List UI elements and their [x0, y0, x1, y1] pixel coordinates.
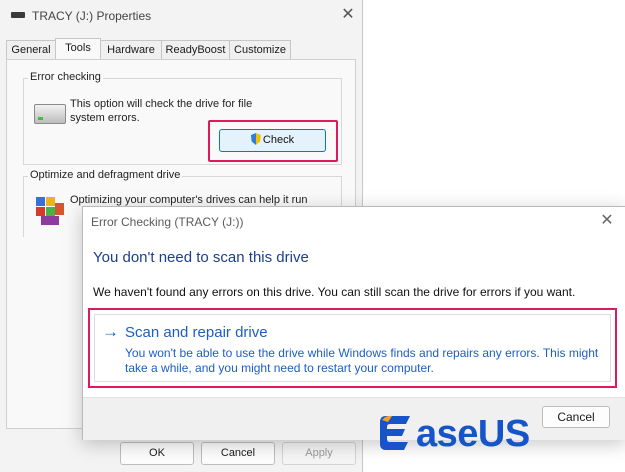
dialog-title: Error Checking (TRACY (J:)): [91, 215, 244, 229]
dialog-message: We haven't found any errors on this driv…: [93, 285, 576, 299]
scan-option-title: Scan and repair drive: [125, 324, 268, 341]
scan-option-description: You won't be able to use the drive while…: [125, 346, 599, 375]
check-button-label: Check: [262, 134, 295, 146]
tab-tools[interactable]: Tools: [55, 38, 101, 61]
hard-drive-icon: [34, 104, 66, 124]
optimize-description: Optimizing your computer's drives can he…: [70, 194, 308, 206]
dialog-heading: You don't need to scan this drive: [93, 249, 309, 266]
properties-titlebar: TRACY (J:) Properties ✕: [0, 0, 362, 32]
tab-readyboost[interactable]: ReadyBoost: [161, 40, 230, 60]
drive-icon: [11, 12, 25, 18]
ok-button[interactable]: OK: [120, 442, 194, 465]
defrag-icon: [36, 197, 64, 225]
easeus-watermark: aseUS: [378, 410, 548, 462]
error-checking-label: Error checking: [28, 71, 103, 83]
cancel-button[interactable]: Cancel: [201, 442, 275, 465]
tab-hardware[interactable]: Hardware: [100, 40, 162, 60]
arrow-right-icon: →: [102, 322, 119, 341]
check-button[interactable]: Check: [219, 129, 326, 152]
dialog-cancel-button[interactable]: Cancel: [542, 406, 610, 428]
tab-customize[interactable]: Customize: [229, 40, 291, 60]
easeus-wordmark: aseUS: [416, 413, 530, 455]
dialog-close-icon[interactable]: ✕: [596, 210, 618, 232]
easeus-logo-icon: [380, 415, 410, 450]
tab-general[interactable]: General: [6, 40, 56, 60]
window-title: TRACY (J:) Properties: [32, 9, 152, 23]
uac-shield-icon: [250, 133, 261, 145]
optimize-label: Optimize and defragment drive: [28, 169, 183, 181]
close-icon[interactable]: ✕: [338, 5, 358, 25]
apply-button: Apply: [282, 442, 356, 465]
scan-and-repair-option[interactable]: → Scan and repair drive You won't be abl…: [94, 314, 611, 382]
